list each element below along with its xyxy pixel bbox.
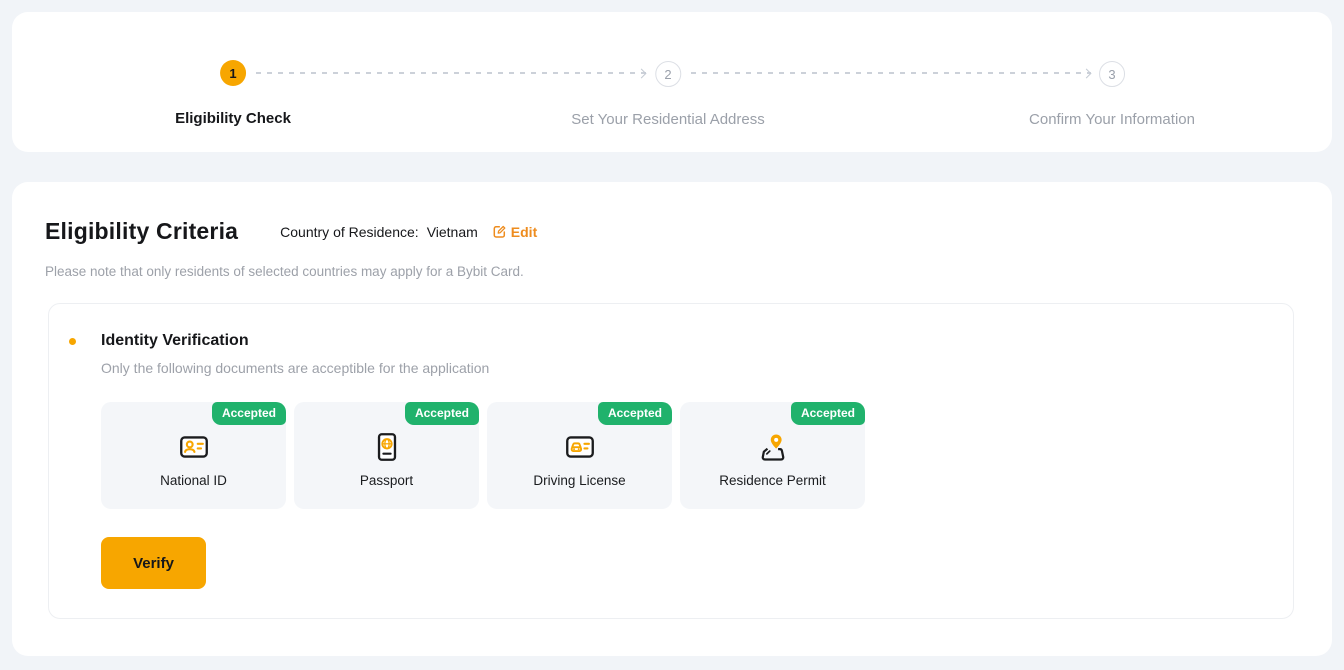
accepted-badge: Accepted bbox=[405, 402, 479, 425]
driving-license-icon bbox=[563, 430, 597, 464]
section-title-row: Identity Verification bbox=[69, 332, 249, 350]
stepper-card: 1 Eligibility Check 2 Set Your Residenti… bbox=[12, 12, 1332, 152]
step-eligibility-check: 1 Eligibility Check bbox=[175, 60, 291, 127]
accepted-badge: Accepted bbox=[598, 402, 672, 425]
header-row: Eligibility Criteria Country of Residenc… bbox=[45, 218, 537, 245]
document-card-national-id[interactable]: Accepted National ID bbox=[101, 402, 286, 509]
page-title: Eligibility Criteria bbox=[45, 218, 238, 245]
edit-country-button[interactable]: Edit bbox=[492, 224, 537, 240]
step-number-badge: 2 bbox=[655, 61, 681, 87]
identity-verification-box: Identity Verification Only the following… bbox=[48, 303, 1294, 619]
passport-icon bbox=[370, 430, 404, 464]
document-label: National ID bbox=[160, 473, 227, 488]
document-card-driving-license[interactable]: Accepted Driving License bbox=[487, 402, 672, 509]
document-label: Passport bbox=[360, 473, 413, 488]
step-confirm-information: 3 Confirm Your Information bbox=[1029, 61, 1195, 128]
country-of-residence: Country of Residence: Vietnam Edit bbox=[280, 224, 537, 240]
residency-note: Please note that only residents of selec… bbox=[45, 264, 524, 279]
country-value: Vietnam bbox=[427, 224, 478, 240]
edit-label: Edit bbox=[511, 224, 537, 240]
step-label: Confirm Your Information bbox=[1029, 111, 1195, 128]
national-id-icon bbox=[177, 430, 211, 464]
country-label: Country of Residence: bbox=[280, 224, 419, 240]
accepted-badge: Accepted bbox=[212, 402, 286, 425]
document-card-passport[interactable]: Accepted Passport bbox=[294, 402, 479, 509]
section-title: Identity Verification bbox=[101, 332, 249, 350]
residence-permit-icon bbox=[756, 430, 790, 464]
step-label: Set Your Residential Address bbox=[571, 111, 764, 128]
step-label: Eligibility Check bbox=[175, 110, 291, 127]
verify-button[interactable]: Verify bbox=[101, 537, 206, 589]
document-label: Residence Permit bbox=[719, 473, 826, 488]
document-card-residence-permit[interactable]: Accepted Residence Permit bbox=[680, 402, 865, 509]
document-list: Accepted National ID Accepted bbox=[101, 402, 865, 509]
bullet-dot-icon bbox=[69, 338, 76, 345]
edit-pencil-icon bbox=[492, 224, 507, 239]
section-subtitle: Only the following documents are accepti… bbox=[101, 360, 489, 376]
step-number-badge: 1 bbox=[220, 60, 246, 86]
eligibility-criteria-card: Eligibility Criteria Country of Residenc… bbox=[12, 182, 1332, 656]
accepted-badge: Accepted bbox=[791, 402, 865, 425]
document-label: Driving License bbox=[533, 473, 625, 488]
step-number-badge: 3 bbox=[1099, 61, 1125, 87]
